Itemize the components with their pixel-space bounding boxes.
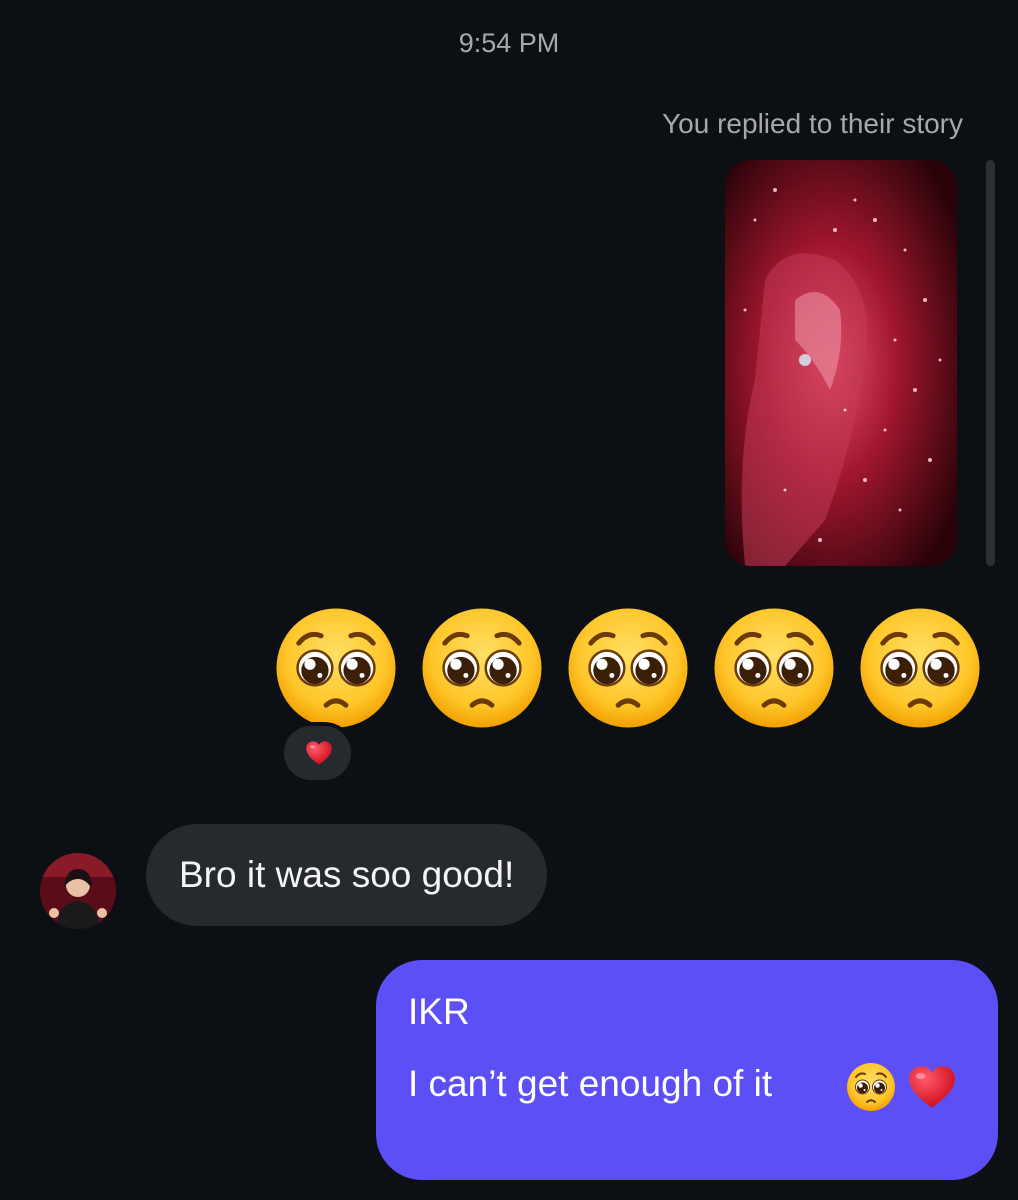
heart-icon: [909, 1066, 955, 1108]
outgoing-message-bubble[interactable]: IKR I can’t get enough of it: [376, 960, 998, 1180]
story-image: [725, 160, 957, 566]
pleading-face-emoji: [420, 606, 544, 730]
heart-icon: [306, 741, 332, 765]
incoming-message-bubble[interactable]: Bro it was soo good!: [146, 824, 548, 926]
inline-emojis: [846, 1062, 966, 1114]
emoji-message[interactable]: [274, 606, 990, 732]
heart-reaction[interactable]: [280, 722, 355, 784]
pleading-face-emoji: [846, 1062, 896, 1112]
pleading-face-emoji: [858, 606, 982, 730]
message-line: I can’t get enough of it: [408, 1063, 773, 1104]
avatar[interactable]: [40, 853, 116, 929]
story-reply-caption: You replied to their story: [662, 108, 963, 139]
message-timestamp: 9:54 PM: [458, 28, 560, 58]
story-preview-thumbnail[interactable]: [725, 160, 957, 566]
pleading-face-emoji: [566, 606, 690, 730]
avatar-image: [40, 853, 116, 929]
story-scrollbar[interactable]: [986, 160, 995, 566]
pleading-face-emoji: [712, 606, 836, 730]
message-line: IKR: [408, 991, 470, 1032]
pleading-face-emoji: [274, 606, 398, 730]
